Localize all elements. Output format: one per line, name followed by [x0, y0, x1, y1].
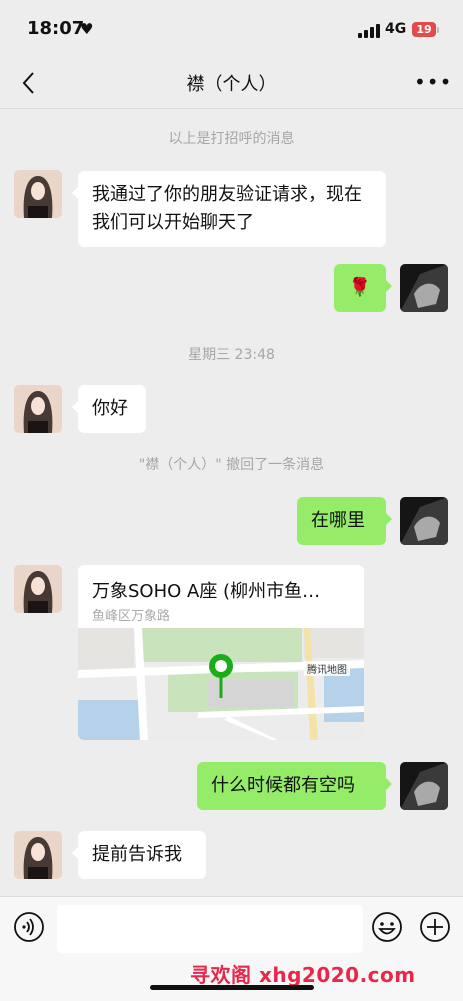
emoji-button[interactable] [371, 911, 403, 943]
more-dots-icon: ••• [414, 70, 453, 94]
my-avatar-image [400, 497, 448, 545]
incoming-message[interactable]: 你好 [72, 385, 146, 433]
contact-avatar-image [14, 385, 62, 433]
plus-icon [420, 912, 450, 942]
outgoing-message[interactable]: 什么时候都有空吗 [197, 762, 392, 810]
voice-icon [14, 912, 44, 942]
map-provider-label: 腾讯地图 [304, 661, 350, 676]
emoji-icon [372, 912, 402, 942]
my-avatar[interactable] [400, 762, 448, 810]
chat-messages[interactable]: 以上是打招呼的消息 我通过了你的朋友验证请求，现在我们可以开始聊天了 🌹 星期三… [0, 108, 463, 896]
contact-avatar-image [14, 831, 62, 879]
contact-avatar[interactable] [14, 831, 62, 879]
timestamp: 星期三 23:48 [188, 347, 275, 363]
watermark-text: 寻欢阁 xhg2020.com [190, 963, 416, 987]
input-bar: 寻欢阁 xhg2020.com [0, 896, 463, 1001]
contact-avatar-image [14, 565, 62, 613]
contact-avatar[interactable] [14, 385, 62, 433]
plus-button[interactable] [419, 911, 451, 943]
chat-title: 襟（个人） [186, 74, 277, 95]
contact-avatar[interactable] [14, 170, 62, 218]
location-message[interactable]: 万象SOHO A座 (柳州市鱼… 鱼峰区万象路 腾讯地图 [78, 565, 364, 740]
my-avatar-image [400, 264, 448, 312]
incoming-message[interactable]: 提前告诉我 [72, 831, 206, 879]
location-title: 万象SOHO A座 (柳州市鱼… [92, 581, 321, 602]
network-label: 4G [385, 21, 407, 37]
more-button[interactable]: ••• [414, 70, 451, 94]
my-avatar[interactable] [400, 264, 448, 312]
location-map [78, 628, 364, 740]
heart-icon: ♥ [80, 20, 94, 38]
status-time: 18:07 [27, 18, 85, 39]
my-avatar-image [400, 762, 448, 810]
message-input[interactable] [57, 905, 363, 953]
status-bar: 18:07 ♥ 4G 19 [0, 0, 463, 58]
chat-header: 襟（个人） ••• [0, 58, 463, 109]
outgoing-message[interactable]: 🌹 [334, 264, 392, 312]
incoming-message[interactable]: 我通过了你的朋友验证请求，现在我们可以开始聊天了 [72, 171, 386, 247]
my-avatar[interactable] [400, 497, 448, 545]
system-notice: 以上是打招呼的消息 [168, 131, 295, 147]
battery-icon: 19 [412, 22, 436, 37]
voice-button[interactable] [13, 911, 45, 943]
location-address: 鱼峰区万象路 [92, 609, 171, 624]
recall-notice: "襟（个人）" 撤回了一条消息 [138, 457, 325, 473]
battery-cap [437, 27, 439, 33]
home-indicator [150, 985, 314, 990]
outgoing-message[interactable]: 在哪里 [297, 497, 392, 545]
signal-icon [358, 24, 380, 38]
contact-avatar-image [14, 170, 62, 218]
contact-avatar[interactable] [14, 565, 62, 613]
